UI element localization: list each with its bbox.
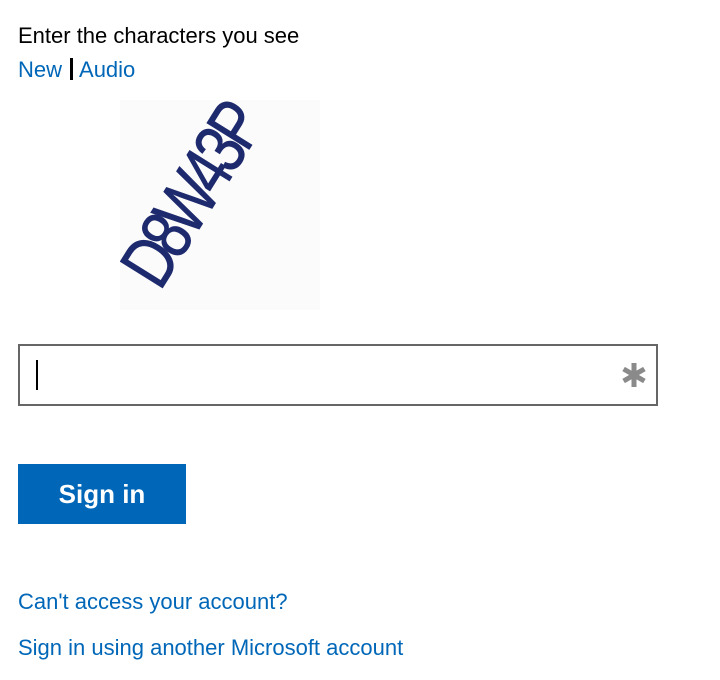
captcha-options: New Audio bbox=[18, 56, 135, 84]
captcha-instruction: Enter the characters you see bbox=[18, 23, 300, 48]
captcha-input-container bbox=[18, 344, 658, 406]
sign-in-button[interactable]: Sign in bbox=[18, 464, 186, 524]
audio-captcha-link[interactable]: Audio bbox=[79, 57, 135, 82]
captcha-image: D8W43P bbox=[120, 100, 320, 310]
asterisk-icon bbox=[620, 361, 648, 389]
cant-access-account-link[interactable]: Can't access your account? bbox=[18, 588, 288, 616]
text-caret bbox=[36, 360, 38, 390]
captcha-input[interactable] bbox=[20, 346, 610, 404]
new-captcha-link[interactable]: New bbox=[18, 57, 62, 82]
link-separator bbox=[70, 58, 74, 80]
other-account-link[interactable]: Sign in using another Microsoft account bbox=[18, 634, 403, 662]
